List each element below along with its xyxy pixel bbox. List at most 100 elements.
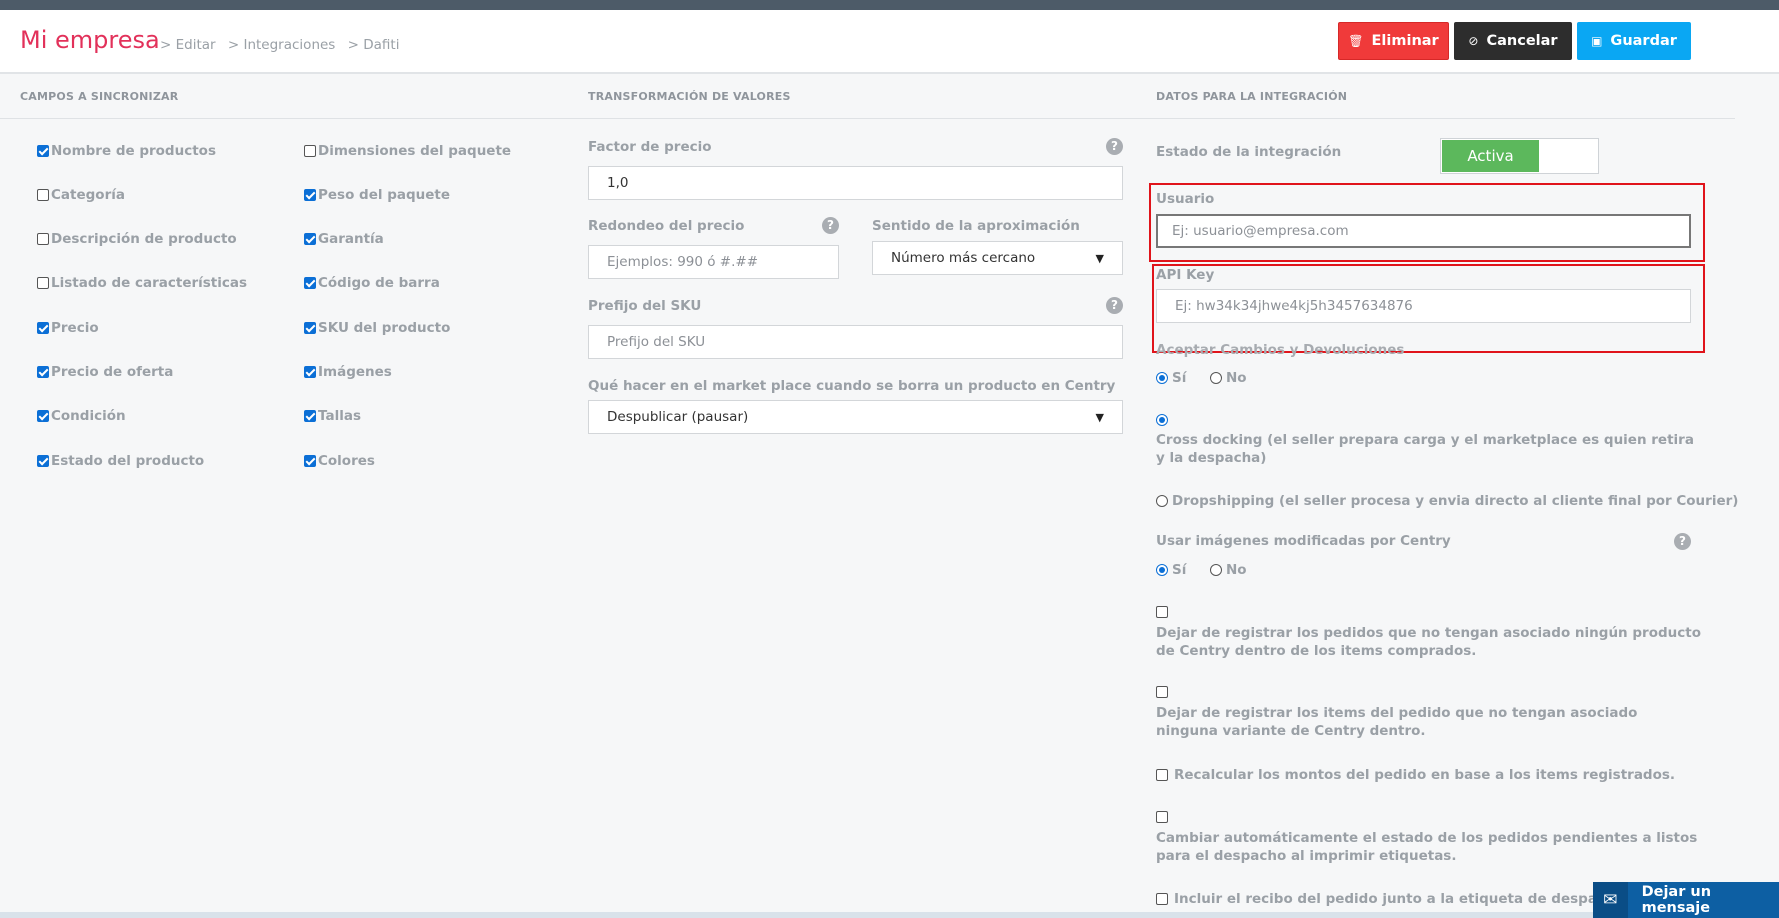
- delete-button-label: Eliminar: [1371, 33, 1439, 49]
- page-header: Mi empresa > Editar > Integraciones > Da…: [0, 10, 1779, 74]
- checkbox-unchecked[interactable]: [1156, 606, 1168, 618]
- checkbox-unchecked[interactable]: [1156, 893, 1168, 905]
- section-header-transform: TRANSFORMACIÓN DE VALORES: [588, 90, 791, 103]
- breadcrumb-editar[interactable]: > Editar: [160, 37, 216, 53]
- sync-field-checkbox[interactable]: Peso del paquete: [304, 187, 450, 203]
- sync-field-checkbox[interactable]: Colores: [304, 453, 375, 469]
- option-checkbox[interactable]: [1156, 686, 1170, 698]
- sync-field-label: Dimensiones del paquete: [318, 143, 512, 159]
- checkbox-checked[interactable]: [37, 322, 49, 334]
- sync-field-checkbox[interactable]: Precio: [37, 320, 99, 336]
- checkbox-checked[interactable]: [37, 455, 49, 467]
- radio-selected[interactable]: [1156, 564, 1168, 576]
- on-delete-label: Qué hacer en el market place cuando se b…: [588, 378, 1116, 394]
- sync-field-checkbox[interactable]: Código de barra: [304, 275, 440, 291]
- radio-unselected[interactable]: [1156, 495, 1168, 507]
- price-factor-input[interactable]: 1,0: [588, 166, 1123, 200]
- sync-field-checkbox[interactable]: Garantía: [304, 231, 384, 247]
- option-checkbox[interactable]: Recalcular los montos del pedido en base…: [1156, 767, 1675, 783]
- option-checkbox[interactable]: [1156, 811, 1170, 823]
- sync-field-label: Imágenes: [318, 364, 392, 380]
- sync-field-checkbox[interactable]: Descripción de producto: [37, 231, 237, 247]
- sync-field-label: Garantía: [318, 231, 384, 247]
- radio-unselected[interactable]: [1210, 564, 1222, 576]
- sync-field-checkbox[interactable]: Categoría: [37, 187, 125, 203]
- breadcrumb: > Editar > Integraciones > Dafiti: [160, 37, 407, 53]
- delete-button[interactable]: 🗑 Eliminar: [1338, 22, 1449, 60]
- option-label: Incluir el recibo del pedido junto a la …: [1174, 891, 1629, 907]
- accept-changes-yes-radio[interactable]: Sí: [1156, 370, 1186, 386]
- help-icon[interactable]: ?: [1106, 138, 1123, 155]
- checkbox-checked[interactable]: [37, 410, 49, 422]
- help-icon[interactable]: ?: [1106, 297, 1123, 314]
- breadcrumb-integraciones[interactable]: > Integraciones: [228, 37, 335, 53]
- horizontal-scrollbar[interactable]: [0, 912, 1593, 918]
- checkbox-checked[interactable]: [304, 366, 316, 378]
- checkbox-unchecked[interactable]: [37, 189, 49, 201]
- integration-status-toggle[interactable]: Activa: [1440, 138, 1599, 174]
- sync-field-checkbox[interactable]: Tallas: [304, 408, 361, 424]
- chat-message-button[interactable]: ✉ Dejar un mensaje: [1593, 882, 1779, 918]
- trash-icon: 🗑: [1348, 34, 1364, 48]
- usuario-input[interactable]: Ej: usuario@empresa.com: [1156, 214, 1691, 248]
- radio-selected[interactable]: [1156, 372, 1168, 384]
- modified-images-no-radio[interactable]: No: [1210, 562, 1247, 578]
- sync-field-checkbox[interactable]: Listado de características: [37, 275, 247, 291]
- help-icon[interactable]: ?: [1674, 533, 1691, 550]
- sync-field-checkbox[interactable]: Nombre de productos: [37, 143, 216, 159]
- sync-field-checkbox[interactable]: Estado del producto: [37, 453, 204, 469]
- checkbox-checked[interactable]: [304, 277, 316, 289]
- radio-label: Sí: [1172, 370, 1187, 386]
- accept-changes-no-radio[interactable]: No: [1210, 370, 1247, 386]
- chevron-down-icon: ▼: [1095, 410, 1104, 424]
- sync-field-label: Descripción de producto: [51, 231, 237, 247]
- sync-field-checkbox[interactable]: Condición: [37, 408, 126, 424]
- checkbox-unchecked[interactable]: [1156, 811, 1168, 823]
- modified-images-yes-radio[interactable]: Sí: [1156, 562, 1186, 578]
- help-icon[interactable]: ?: [822, 217, 839, 234]
- checkbox-checked[interactable]: [304, 455, 316, 467]
- sync-field-label: Categoría: [51, 187, 125, 203]
- dropshipping-radio[interactable]: Dropshipping (el seller procesa y envia …: [1156, 493, 1738, 509]
- checkbox-unchecked[interactable]: [1156, 769, 1168, 781]
- rounding-input[interactable]: Ejemplos: 990 ó #.##: [588, 245, 839, 279]
- on-delete-select[interactable]: Despublicar (pausar) ▼: [588, 400, 1123, 434]
- section-divider: [0, 118, 1735, 119]
- sku-prefix-label: Prefijo del SKU: [588, 298, 702, 314]
- breadcrumb-dafiti[interactable]: > Dafiti: [348, 37, 400, 53]
- cross-docking-label: Cross docking (el seller prepara carga y…: [1156, 432, 1694, 466]
- floppy-icon: ▣: [1591, 34, 1603, 48]
- checkbox-checked[interactable]: [304, 410, 316, 422]
- sync-field-checkbox[interactable]: Precio de oferta: [37, 364, 173, 380]
- sync-field-checkbox[interactable]: SKU del producto: [304, 320, 450, 336]
- cross-docking-radio[interactable]: [1156, 414, 1172, 426]
- checkbox-checked[interactable]: [37, 145, 49, 157]
- cancel-button[interactable]: ⊘ Cancelar: [1454, 22, 1572, 60]
- checkbox-unchecked[interactable]: [37, 277, 49, 289]
- option-label: Cambiar automáticamente el estado de los…: [1156, 830, 1698, 864]
- option-label: Dejar de registrar los pedidos que no te…: [1156, 625, 1701, 659]
- sku-prefix-input[interactable]: Prefijo del SKU: [588, 325, 1123, 359]
- checkbox-checked[interactable]: [304, 322, 316, 334]
- save-button-label: Guardar: [1610, 33, 1677, 49]
- checkbox-unchecked[interactable]: [1156, 686, 1168, 698]
- sync-field-checkbox[interactable]: Dimensiones del paquete: [304, 143, 511, 159]
- sync-field-label: Peso del paquete: [318, 187, 451, 203]
- radio-unselected[interactable]: [1210, 372, 1222, 384]
- option-checkbox[interactable]: [1156, 606, 1170, 618]
- approx-select[interactable]: Número más cercano ▼: [872, 241, 1123, 275]
- checkbox-checked[interactable]: [304, 233, 316, 245]
- checkbox-unchecked[interactable]: [304, 145, 316, 157]
- checkbox-checked[interactable]: [304, 189, 316, 201]
- api-key-label: API Key: [1156, 267, 1215, 283]
- save-button[interactable]: ▣ Guardar: [1577, 22, 1691, 60]
- option-checkbox[interactable]: Incluir el recibo del pedido junto a la …: [1156, 891, 1629, 907]
- approx-label: Sentido de la aproximación: [872, 218, 1080, 234]
- checkbox-checked[interactable]: [37, 366, 49, 378]
- sync-field-label: Listado de características: [51, 275, 248, 291]
- sync-field-label: Condición: [51, 408, 126, 424]
- sync-field-checkbox[interactable]: Imágenes: [304, 364, 392, 380]
- api-key-input[interactable]: Ej: hw34k34jhwe4kj5h3457634876: [1156, 289, 1691, 323]
- radio-selected[interactable]: [1156, 414, 1168, 426]
- checkbox-unchecked[interactable]: [37, 233, 49, 245]
